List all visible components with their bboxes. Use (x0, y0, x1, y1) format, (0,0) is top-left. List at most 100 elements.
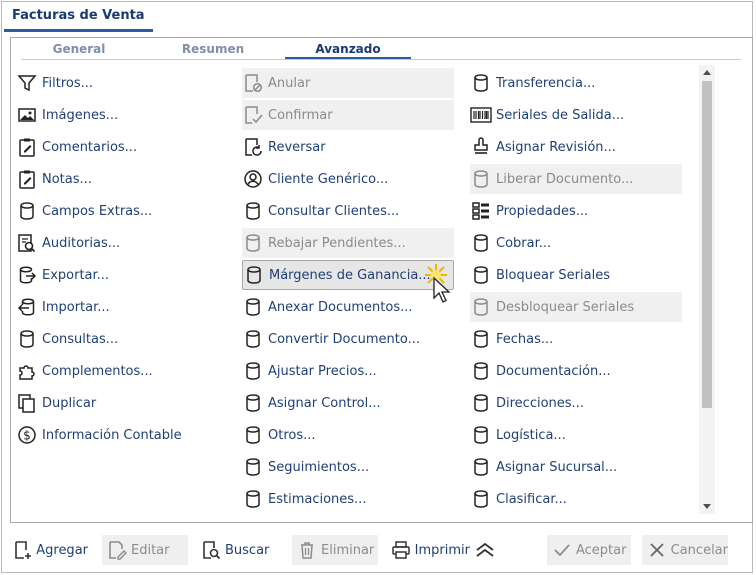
action-item-auditorias[interactable]: Auditorias... (16, 228, 202, 258)
cancelar-button[interactable]: Cancelar (642, 535, 728, 565)
action-item-label: Notas... (42, 171, 92, 187)
action-item-label: Estimaciones... (268, 491, 367, 507)
action-item-reversar[interactable]: Reversar (242, 132, 454, 162)
database-icon (470, 424, 492, 446)
filter-icon (16, 72, 38, 94)
action-item-label: Rebajar Pendientes... (268, 235, 406, 251)
action-item-filtros[interactable]: Filtros... (16, 68, 202, 98)
action-footer: Agregar Editar Buscar Eliminar Imprimir … (0, 530, 756, 570)
action-item-label: Márgenes de Ganancia... (269, 267, 431, 283)
imprimir-label: Imprimir (414, 542, 470, 558)
action-item-rebajar-pendientes[interactable]: Rebajar Pendientes... (242, 228, 454, 258)
database-icon (242, 456, 264, 478)
action-item-desbloquear-seriales[interactable]: Desbloquear Seriales (470, 292, 682, 322)
action-item-label: Otros... (268, 427, 316, 443)
action-item-seriales-de-salida[interactable]: Seriales de Salida... (470, 100, 682, 130)
scroll-down-arrow-icon[interactable] (703, 504, 711, 509)
action-item-label: Documentación... (496, 363, 611, 379)
document-add-icon (12, 539, 33, 561)
action-item-label: Consultas... (42, 331, 119, 347)
action-item-label: Imágenes... (42, 107, 119, 123)
action-item-exportar[interactable]: Exportar... (16, 260, 202, 290)
action-item-label: Propiedades... (496, 203, 589, 219)
action-item-label: Comentarios... (42, 139, 138, 155)
database-icon (16, 328, 38, 350)
aceptar-button[interactable]: Aceptar (547, 535, 631, 565)
editar-label: Editar (131, 542, 170, 558)
action-item-label: Direcciones... (496, 395, 584, 411)
action-item-asignar-control[interactable]: Asignar Control... (242, 388, 454, 418)
database-icon (243, 264, 265, 286)
action-item-comentarios[interactable]: Comentarios... (16, 132, 202, 162)
action-item-imagenes[interactable]: Imágenes... (16, 100, 202, 130)
database-icon (470, 328, 492, 350)
action-item-label: Cobrar... (496, 235, 552, 251)
document-check-icon (242, 104, 264, 126)
database-icon (470, 360, 492, 382)
action-item-notas[interactable]: Notas... (16, 164, 202, 194)
vertical-scrollbar[interactable] (699, 65, 715, 514)
puzzle-icon (16, 360, 38, 382)
eliminar-label: Eliminar (321, 542, 375, 558)
action-item-consultas[interactable]: Consultas... (16, 324, 202, 354)
action-item-label: Reversar (268, 139, 326, 155)
export-icon (16, 264, 38, 286)
expand-toggle-button[interactable] (474, 535, 500, 565)
action-item-liberar-documento[interactable]: Liberar Documento... (470, 164, 682, 194)
action-item-anular[interactable]: Anular (242, 68, 454, 98)
action-item-asignar-revision[interactable]: Asignar Revisión... (470, 132, 682, 162)
agregar-label: Agregar (36, 542, 88, 558)
action-item-label: Consultar Clientes... (268, 203, 400, 219)
document-cancel-icon (242, 72, 264, 94)
action-item-bloquear-seriales[interactable]: Bloquear Seriales (470, 260, 682, 290)
action-item-campos-extras[interactable]: Campos Extras... (16, 196, 202, 226)
database-icon (470, 232, 492, 254)
database-icon (242, 232, 264, 254)
database-icon (470, 456, 492, 478)
action-item-direcciones[interactable]: Direcciones... (470, 388, 682, 418)
double-chevron-up-icon (474, 539, 496, 561)
actions-grid: Filtros... Imágenes... Comentarios... Notas… (2, 2, 692, 508)
action-item-cliente-generico[interactable]: Cliente Genérico... (242, 164, 454, 194)
agregar-button[interactable]: Agregar (8, 535, 88, 565)
buscar-button[interactable]: Buscar (196, 535, 276, 565)
imprimir-button[interactable]: Imprimir (386, 535, 470, 565)
eliminar-button[interactable]: Eliminar (292, 535, 378, 565)
action-item-complementos[interactable]: Complementos... (16, 356, 202, 386)
action-item-convertir-documento[interactable]: Convertir Documento... (242, 324, 454, 354)
import-icon (16, 296, 38, 318)
action-item-cobrar[interactable]: Cobrar... (470, 228, 682, 258)
action-item-propiedades[interactable]: Propiedades... (470, 196, 682, 226)
action-item-fechas[interactable]: Fechas... (470, 324, 682, 354)
clipboard-edit-icon (16, 168, 38, 190)
action-item-label: Confirmar (268, 107, 333, 123)
action-item-confirmar[interactable]: Confirmar (242, 100, 454, 130)
action-item-logistica[interactable]: Logística... (470, 420, 682, 450)
scroll-up-arrow-icon[interactable] (703, 70, 711, 75)
barcode-icon (470, 104, 492, 126)
editar-button[interactable]: Editar (102, 535, 188, 565)
cancelar-label: Cancelar (670, 542, 728, 558)
stamp-icon (470, 136, 492, 158)
action-item-ajustar-precios[interactable]: Ajustar Precios... (242, 356, 454, 386)
action-item-otros[interactable]: Otros... (242, 420, 454, 450)
action-item-asignar-sucursal[interactable]: Asignar Sucursal... (470, 452, 682, 482)
action-item-consultar-clientes[interactable]: Consultar Clientes... (242, 196, 454, 226)
user-circle-icon (242, 168, 264, 190)
action-item-transferencia[interactable]: Transferencia... (470, 68, 682, 98)
action-item-documentacion[interactable]: Documentación... (470, 356, 682, 386)
database-icon (242, 360, 264, 382)
action-item-estimaciones[interactable]: Estimaciones... (242, 484, 454, 514)
database-icon (242, 424, 264, 446)
scrollbar-thumb[interactable] (702, 81, 712, 408)
action-item-seguimientos[interactable]: Seguimientos... (242, 452, 454, 482)
action-item-label: Campos Extras... (42, 203, 153, 219)
action-item-informacion-contable[interactable]: $ Información Contable (16, 420, 202, 450)
action-item-label: Desbloquear Seriales (496, 299, 635, 315)
image-icon (16, 104, 38, 126)
action-item-clasificar[interactable]: Clasificar... (470, 484, 682, 514)
action-item-duplicar[interactable]: Duplicar (16, 388, 202, 418)
action-item-importar[interactable]: Importar... (16, 292, 202, 322)
buscar-label: Buscar (225, 542, 270, 558)
action-item-label: Bloquear Seriales (496, 267, 610, 283)
